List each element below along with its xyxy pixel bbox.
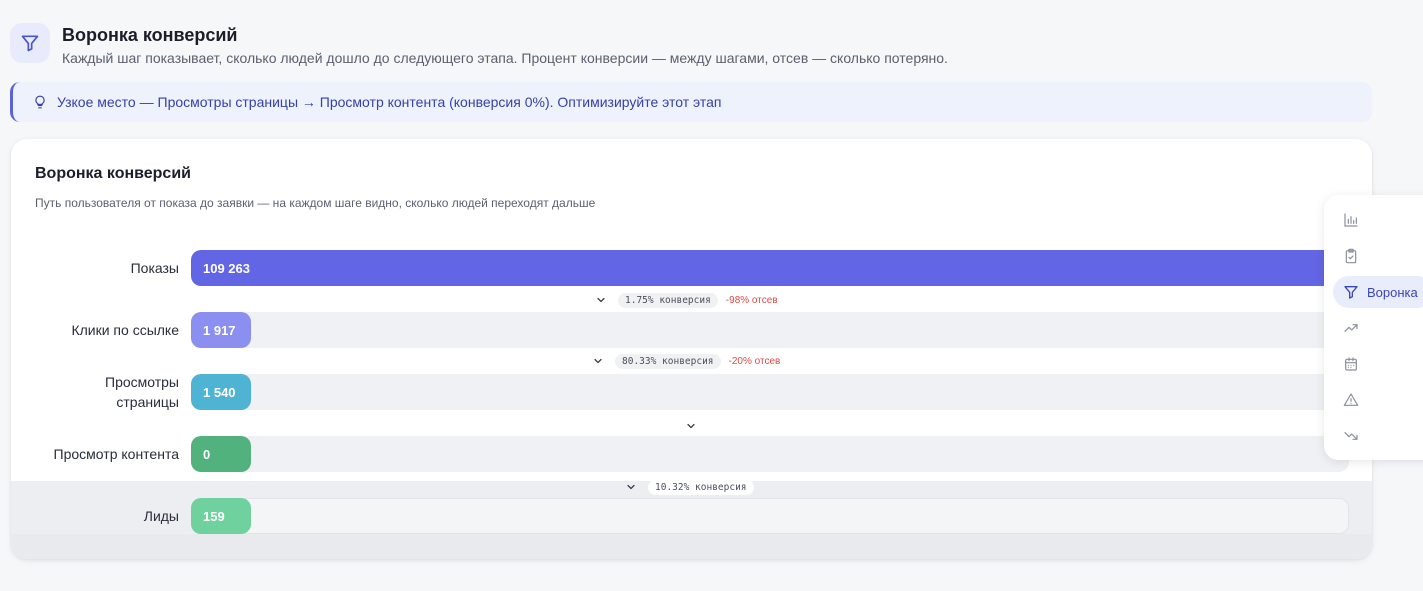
section-nav-label[interactable]: Воронка — [1367, 285, 1418, 300]
bar-chart-icon[interactable] — [1342, 211, 1360, 229]
card-subtitle: Путь пользователя от показа до заявки — … — [35, 196, 596, 210]
funnel-card: Воронка конверсий Путь пользователя от п… — [11, 139, 1372, 559]
page-subtitle: Каждый шаг показывает, сколько людей дош… — [62, 50, 948, 66]
chevron-down-icon[interactable] — [591, 354, 605, 368]
funnel-step: Клики по ссылке 1 917 — [11, 312, 1372, 348]
tip-text: Узкое место — Просмотры страницы → Просм… — [57, 94, 722, 110]
bottleneck-tip: Узкое место — Просмотры страницы → Просм… — [10, 82, 1372, 122]
chevron-down-icon[interactable] — [594, 293, 608, 307]
funnel-step: Показы 109 263 — [11, 250, 1372, 286]
page-title: Воронка конверсий — [62, 25, 238, 45]
step-label: Клики по ссылке — [71, 322, 179, 338]
step-track — [191, 374, 1349, 410]
step-transition: 80.33% конверсия -20% отсев — [591, 352, 780, 370]
funnel-icon[interactable] — [1342, 283, 1360, 301]
step-bar[interactable]: 1 540 — [191, 374, 251, 410]
section-nav: Воронка — [1324, 195, 1423, 460]
step-bar[interactable]: 159 — [191, 498, 251, 534]
dropoff-text: -98% отсев — [725, 294, 778, 306]
step-transition: 1.75% конверсия -98% отсев — [594, 291, 778, 309]
step-transition — [684, 417, 698, 435]
step-bar[interactable]: 0 — [191, 436, 251, 472]
chevron-down-icon[interactable] — [624, 480, 638, 494]
warning-icon[interactable] — [1342, 391, 1360, 409]
conversion-badge: 10.32% конверсия — [648, 479, 754, 495]
calendar-icon[interactable] — [1342, 355, 1360, 373]
funnel-icon — [10, 23, 50, 63]
lightbulb-icon — [33, 94, 47, 110]
funnel-step: Просмотр контента 0 — [11, 436, 1372, 472]
step-label: Просмотры страницы — [105, 374, 179, 410]
step-track — [191, 498, 1349, 534]
conversion-badge: 1.75% конверсия — [618, 292, 718, 308]
chevron-down-icon[interactable] — [684, 419, 698, 433]
page-header: Воронка конверсий Каждый шаг показывает,… — [10, 20, 948, 67]
card-title: Воронка конверсий — [35, 165, 191, 182]
step-label: Лиды — [143, 508, 179, 524]
step-transition: 10.32% конверсия — [624, 478, 754, 496]
clipboard-check-icon[interactable] — [1342, 247, 1360, 265]
step-label: Показы — [130, 260, 179, 276]
trending-up-icon[interactable] — [1342, 319, 1360, 337]
funnel-step: Лиды 159 — [11, 498, 1372, 534]
dropoff-text: -20% отсев — [728, 355, 781, 367]
funnel-step: Просмотры страницы 1 540 — [11, 374, 1372, 410]
step-bar[interactable]: 1 917 — [191, 312, 251, 348]
card-footer — [11, 534, 1372, 559]
step-label: Просмотр контента — [53, 446, 179, 462]
step-bar[interactable]: 109 263 — [191, 250, 1349, 286]
conversion-badge: 80.33% конверсия — [615, 353, 721, 369]
trending-down-icon[interactable] — [1342, 427, 1360, 445]
step-track — [191, 312, 1349, 348]
step-track — [191, 436, 1349, 472]
